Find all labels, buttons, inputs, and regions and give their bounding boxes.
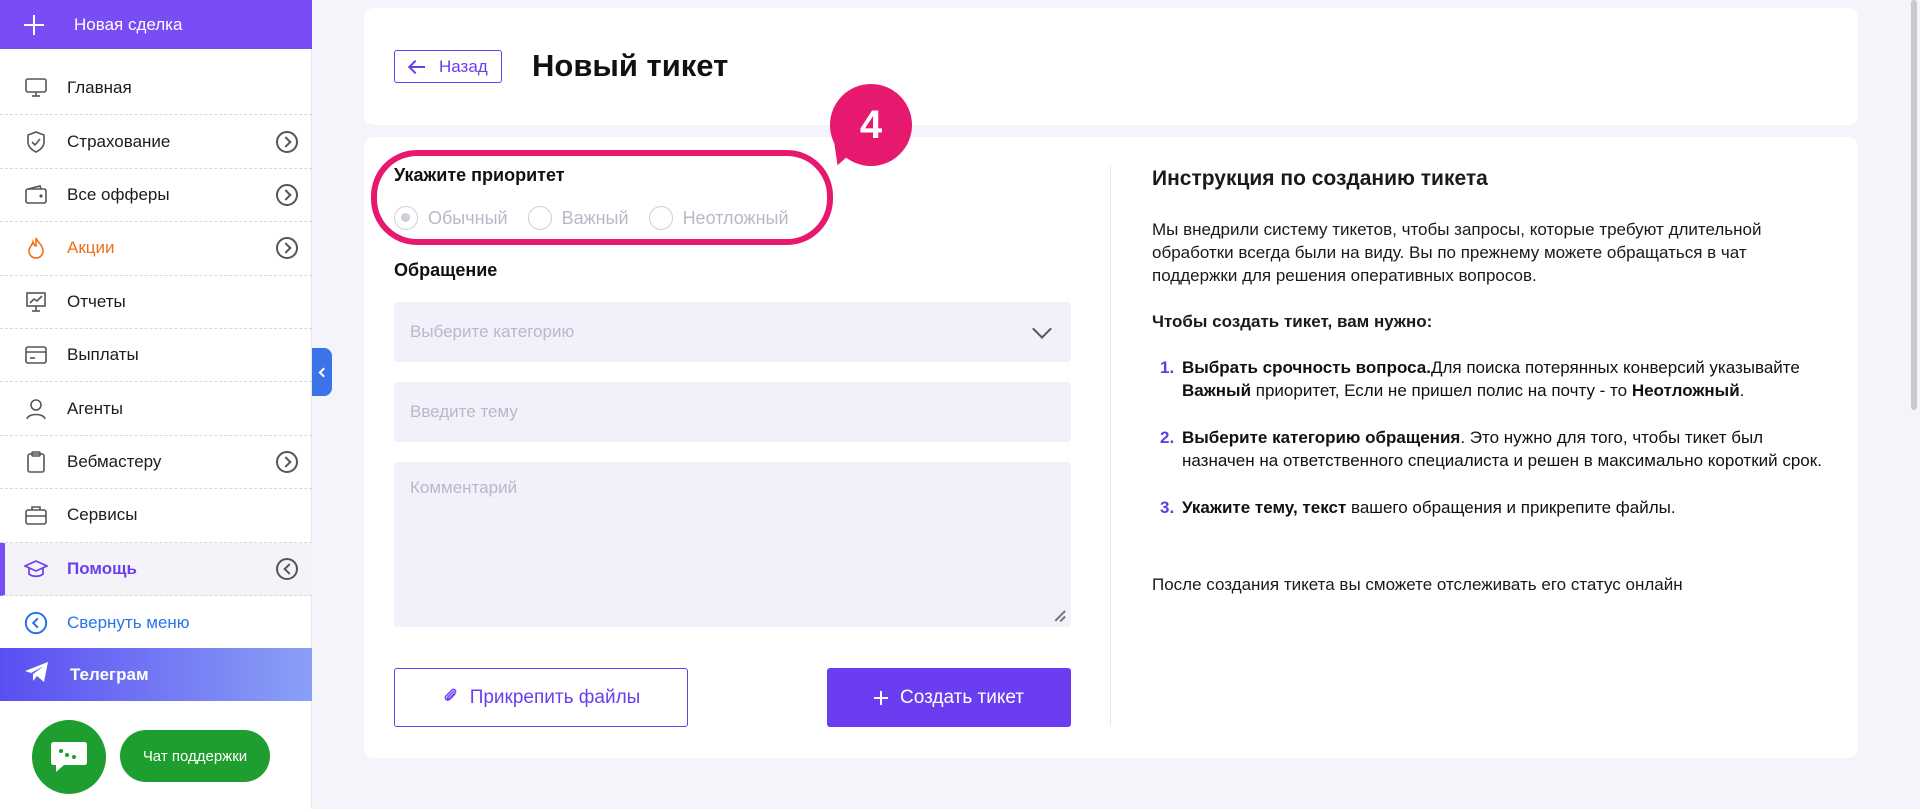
instructions-title: Инструкция по созданию тикета [1152,167,1488,190]
resize-grip-icon[interactable] [1053,609,1065,621]
comment-placeholder: Комментарий [410,478,518,497]
telegram-icon [24,661,50,688]
sidebar-item-services[interactable]: Сервисы [0,489,312,543]
divider [1110,166,1111,726]
instructions-intro: Мы внедрили систему тикетов, чтобы запро… [1152,220,1762,285]
sidebar-item-reports[interactable]: Отчеты [0,276,312,329]
sidebar: Новая сделка Главная Страхование Все офф… [0,0,312,809]
create-ticket-button[interactable]: Создать тикет [827,668,1071,727]
chat-bubble-icon [51,742,87,772]
chat-support-button[interactable]: Чат поддержки [120,730,270,782]
telegram-button[interactable]: Телеграм [0,648,312,701]
annotation-step-badge: 4 [830,84,912,166]
sidebar-item-agents[interactable]: Агенты [0,382,312,436]
sidebar-item-promotions[interactable]: Акции [0,222,312,276]
paperclip-icon [442,686,460,710]
chevron-left-circle-icon[interactable] [276,557,298,580]
chat-support-icon-button[interactable] [32,720,106,794]
instructions-subtitle: Чтобы создать тикет, вам нужно: [1152,312,1433,331]
step-text: Выберите категорию обращения. Это нужно … [1182,428,1822,470]
monitor-icon [24,76,48,100]
plus-icon [24,14,44,35]
fire-icon [24,236,48,260]
category-select[interactable]: Выберите категорию [394,302,1071,362]
back-label: Назад [439,56,488,76]
instructions-footer: После создания тикета вы сможете отслежи… [1152,575,1683,594]
comment-textarea[interactable]: Комментарий [394,462,1071,627]
sidebar-item-label: Отчеты [67,291,126,311]
shield-icon [24,130,48,154]
collapse-menu-button[interactable]: Свернуть меню [0,596,312,649]
chevron-down-icon [1032,319,1052,339]
chevron-right-circle-icon[interactable] [276,183,298,206]
plus-icon [874,690,889,705]
sidebar-item-webmaster[interactable]: Вебмастеру [0,436,312,490]
briefcase-icon [24,503,48,527]
topic-placeholder: Введите тему [410,402,518,421]
create-ticket-label: Создать тикет [900,686,1024,708]
sidebar-item-label: Все офферы [67,184,170,204]
chevron-right-circle-icon[interactable] [276,237,298,260]
wallet-icon [24,183,48,207]
step-text: Укажите тему, текст вашего обращения и п… [1182,498,1676,517]
sidebar-item-label: Акции [67,238,115,258]
attach-files-button[interactable]: Прикрепить файлы [394,668,688,727]
sidebar-item-help[interactable]: Помощь [0,542,312,596]
chevron-left-circle-icon [24,611,48,635]
attach-files-label: Прикрепить файлы [469,686,641,708]
presentation-icon [24,290,48,314]
topic-input[interactable]: Введите тему [394,382,1071,442]
sidebar-item-label: Агенты [67,398,124,418]
back-button[interactable]: Назад [394,50,502,83]
list-item: 1. Выбрать срочность вопроса.Для поиска … [1160,356,1840,402]
card-icon [24,343,48,367]
sidebar-item-label: Вебмастеру [67,451,162,471]
arrow-left-icon [409,61,425,73]
annotation-highlight-ring [371,150,833,245]
sidebar-item-insurance[interactable]: Страхование [0,115,312,169]
chevron-right-circle-icon[interactable] [276,130,298,153]
sidebar-item-offers[interactable]: Все офферы [0,169,312,223]
page-title: Новый тикет [532,48,729,83]
sidebar-item-label: Страхование [67,131,171,151]
list-item: 3. Укажите тему, текст вашего обращения … [1160,496,1840,519]
new-deal-button[interactable]: Новая сделка [0,0,312,49]
clipboard-icon [24,450,48,474]
sidebar-menu: Главная Страхование Все офферы Акции Отч… [0,62,312,649]
appeal-label: Обращение [394,260,498,280]
sidebar-item-label: Сервисы [67,505,138,525]
page-scrollbar[interactable] [1911,0,1917,410]
list-item: 2. Выберите категорию обращения. Это нуж… [1160,426,1840,472]
graduation-cap-icon [24,557,48,581]
sidebar-toggle-tab[interactable] [312,348,332,396]
new-deal-label: Новая сделка [74,14,183,34]
sidebar-item-label: Помощь [67,558,137,578]
sidebar-item-label: Главная [67,78,132,98]
chevron-right-circle-icon[interactable] [276,450,298,473]
sidebar-item-home[interactable]: Главная [0,62,312,116]
step-number: 1. [1160,358,1175,377]
sidebar-item-label: Выплаты [67,345,139,365]
step-number: 2. [1160,428,1175,447]
user-icon [24,397,48,421]
sidebar-item-label: Свернуть меню [67,612,190,632]
sidebar-item-payouts[interactable]: Выплаты [0,329,312,383]
instructions-steps: 1. Выбрать срочность вопроса.Для поиска … [1160,356,1840,543]
step-text: Выбрать срочность вопроса.Для поиска пот… [1182,358,1800,400]
telegram-label: Телеграм [70,664,149,684]
category-placeholder: Выберите категорию [410,322,575,341]
step-number: 3. [1160,498,1175,517]
